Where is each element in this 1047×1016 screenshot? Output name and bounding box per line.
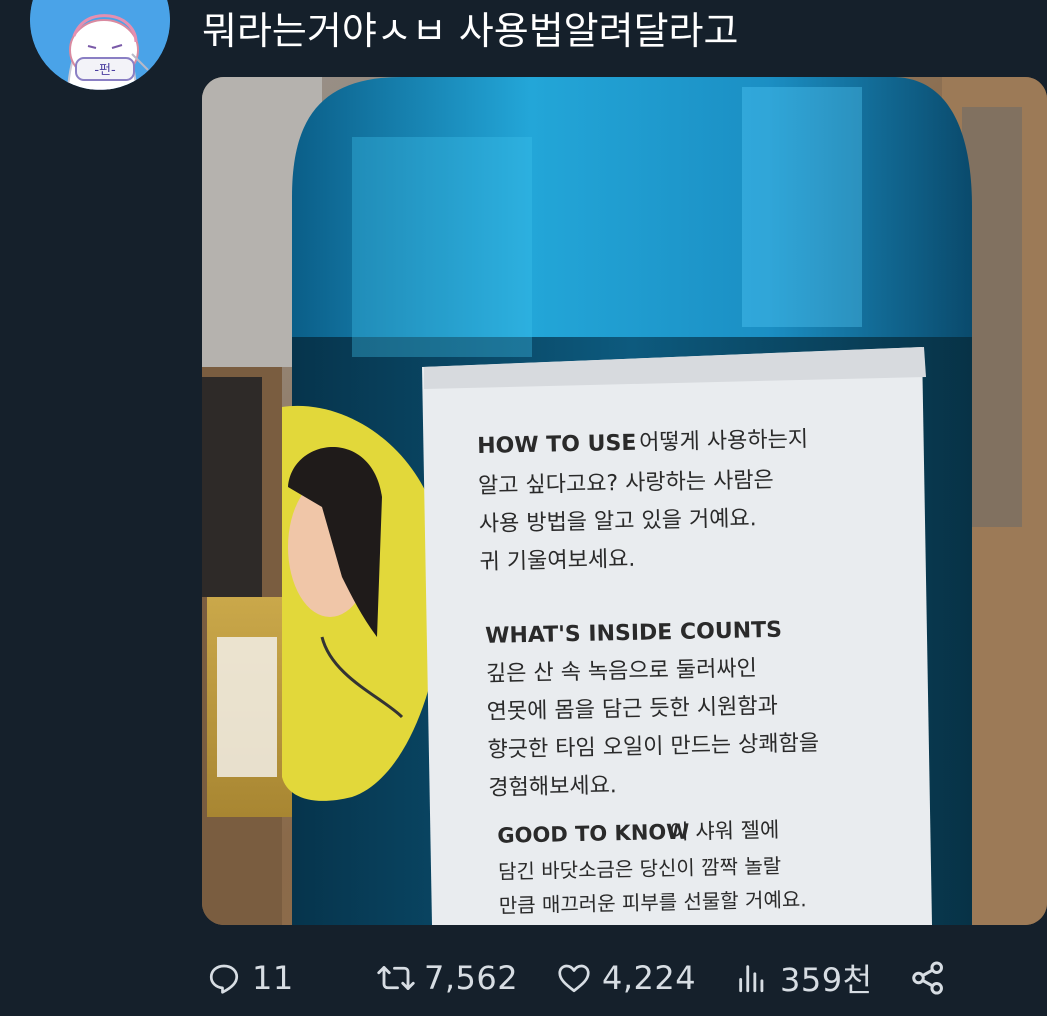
reply-icon <box>202 956 246 1000</box>
views-count: 359천 <box>780 961 873 999</box>
how-to-use-line1: 어떻게 사용하는지 <box>639 427 808 456</box>
retweet-button[interactable]: 7,562 <box>374 950 518 1006</box>
reply-count: 11 <box>252 959 294 997</box>
how-to-use-heading: HOW TO USE <box>477 431 637 459</box>
heart-icon <box>552 956 596 1000</box>
tweet-text: 뭐라는거야ㅅㅂ 사용법알려달라고 <box>202 9 739 53</box>
inside-line4: 경험해보세요. <box>488 773 617 801</box>
retweet-count: 7,562 <box>424 959 519 997</box>
tweet: -펀- 뭐라는거야ㅅㅂ 사용법알려달라고 HOW TO USE 어떻게 사용하는… <box>0 0 1047 1016</box>
good-line1: 이 샤워 젤에 <box>669 818 779 844</box>
like-count: 4,224 <box>602 959 697 997</box>
reply-button[interactable]: 11 <box>202 950 294 1006</box>
svg-text:-펀-: -펀- <box>94 63 116 78</box>
tweet-actions: 11 7,562 4,224 359천 <box>202 950 1047 1006</box>
tweet-photo[interactable]: HOW TO USE 어떻게 사용하는지 알고 싶다고요? 사랑하는 사람은 사… <box>202 77 1047 925</box>
share-button[interactable] <box>906 950 956 1006</box>
retweet-icon <box>374 956 418 1000</box>
like-button[interactable]: 4,224 <box>552 950 696 1006</box>
avatar[interactable]: -펀- <box>30 0 170 90</box>
shower-gel-bottle-photo: HOW TO USE 어떻게 사용하는지 알고 싶다고요? 사랑하는 사람은 사… <box>202 77 1047 925</box>
share-icon <box>906 956 950 1000</box>
good-heading: GOOD TO KNOW <box>497 820 690 848</box>
user-avatar-drawing-icon: -펀- <box>30 0 170 90</box>
views-chart-icon <box>730 956 774 1000</box>
views-button[interactable]: 359천 <box>730 950 873 1006</box>
how-to-use-line4: 귀 기울여보세요. <box>479 547 635 575</box>
